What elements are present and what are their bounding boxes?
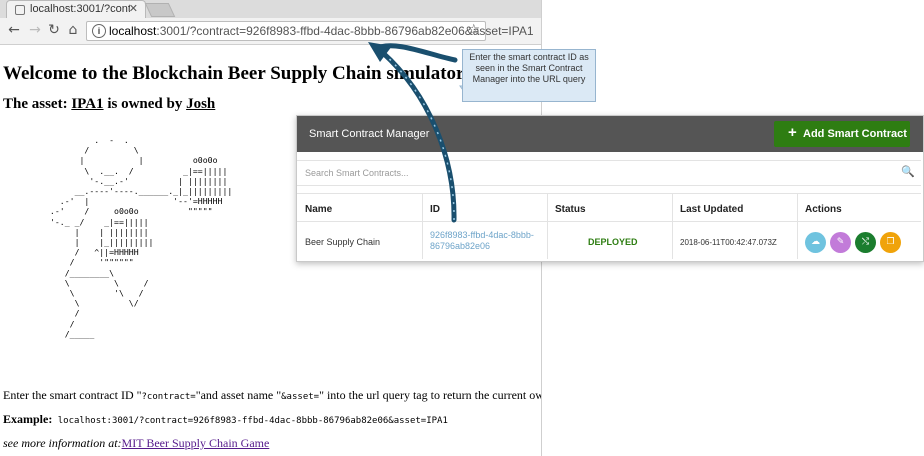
back-icon[interactable]: ← (6, 22, 22, 38)
address-bar[interactable]: i localhost:3001/?contract=926f8983-ffbd… (86, 21, 534, 41)
plus-icon: + (788, 124, 797, 141)
reload-icon[interactable]: ↻ (46, 22, 62, 38)
panel-header: Smart Contract Manager + Add Smart Contr… (297, 116, 923, 152)
smart-contract-manager-panel: Smart Contract Manager + Add Smart Contr… (296, 115, 924, 262)
col-name[interactable]: Name (305, 204, 332, 215)
tab-strip: localhost:3001/?contract= ✕ (0, 0, 541, 18)
instructions-text: Enter the smart contract ID "?contract="… (3, 388, 542, 403)
contract-param: ?contract= (141, 392, 196, 402)
ascii-art-beer-man: . - . / \ | | o0o0o \ .__. / _|==||||| '… (49, 135, 233, 339)
copy-icon[interactable]: ❐ (880, 232, 901, 253)
last-updated-value: 2018-06-11T00:42:47.073Z (680, 238, 777, 247)
instr-part-2: "and asset name " (195, 388, 282, 402)
page-icon (15, 5, 25, 15)
col-id[interactable]: ID (430, 204, 440, 215)
panel-title: Smart Contract Manager (309, 128, 430, 140)
close-tab-icon[interactable]: ✕ (129, 2, 138, 15)
owner-prefix: The asset: (3, 96, 72, 112)
mit-beer-game-link[interactable]: MIT Beer Supply Chain Game (122, 436, 270, 450)
col-last-updated[interactable]: Last Updated (680, 204, 743, 215)
asset-link[interactable]: IPA1 (71, 96, 103, 112)
add-smart-contract-button[interactable]: + Add Smart Contract (774, 121, 910, 147)
browser-toolbar: ← → ↻ ⌂ i localhost:3001/?contract=926f8… (0, 18, 541, 45)
table-row[interactable]: Beer Supply Chain 926f8983-ffbd-4dac-8bb… (297, 221, 921, 260)
search-contracts-input[interactable]: Search Smart Contracts... 🔍 (297, 160, 921, 186)
annotation-callout: Enter the smart contract ID as seen in t… (462, 49, 596, 102)
asset-param: &asset= (281, 392, 320, 402)
instr-part-3: " into the url query tag to return the c… (319, 388, 542, 402)
new-tab-button[interactable] (144, 3, 176, 17)
site-info-icon[interactable]: i (92, 24, 106, 38)
url-host: localhost (109, 24, 157, 38)
tab-title: localhost:3001/?contract= (30, 3, 130, 15)
shuffle-icon[interactable]: ⤭ (855, 232, 876, 253)
cloud-upload-icon[interactable]: ☁ (805, 232, 826, 253)
more-info-label: see more information at: (3, 436, 122, 450)
example-line: Example: localhost:3001/?contract=926f89… (3, 412, 448, 427)
page-title: Welcome to the Blockchain Beer Supply Ch… (3, 63, 465, 84)
browser-tab[interactable]: localhost:3001/?contract= ✕ (6, 0, 146, 18)
search-placeholder: Search Smart Contracts... (305, 168, 409, 178)
contract-id-link[interactable]: 926f8983-ffbd-4dac-8bbb-86796ab82e06 (430, 230, 540, 252)
more-info-line: see more information at:MIT Beer Supply … (3, 436, 269, 451)
owner-mid: is owned by (103, 96, 187, 112)
example-label: Example: (3, 412, 53, 426)
example-url: localhost:3001/?contract=926f8983-ffbd-4… (52, 416, 448, 426)
forward-icon[interactable]: → (27, 22, 43, 38)
owner-link[interactable]: Josh (186, 96, 215, 112)
search-icon[interactable]: 🔍 (901, 165, 915, 178)
col-actions: Actions (805, 204, 842, 215)
owner-line: The asset: IPA1 is owned by Josh (3, 96, 215, 113)
contract-name: Beer Supply Chain (305, 237, 381, 247)
instr-part-1: Enter the smart contract ID " (3, 388, 142, 402)
add-button-label: Add Smart Contract (803, 128, 907, 140)
status-badge: DEPLOYED (588, 237, 638, 247)
table-header: Name ID Status Last Updated Actions (297, 193, 921, 222)
home-icon[interactable]: ⌂ (65, 22, 81, 38)
edit-icon[interactable]: ✎ (830, 232, 851, 253)
bookmark-star-icon[interactable]: ☆ (467, 22, 480, 38)
col-status[interactable]: Status (555, 204, 586, 215)
